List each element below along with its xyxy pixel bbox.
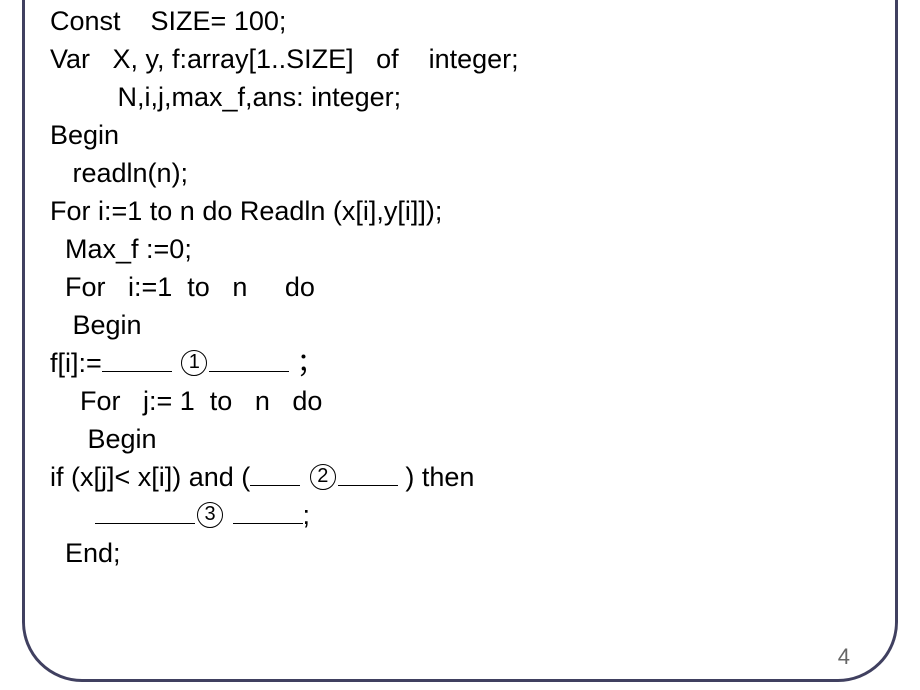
code-text: ； [289, 348, 324, 378]
circled-number-1: 1 [181, 350, 207, 376]
fill-blank [102, 350, 172, 372]
fill-blank [250, 464, 300, 486]
fill-blank [233, 502, 303, 524]
fill-blank [209, 350, 289, 372]
code-text: Readln (x[i],y[i]]); [232, 196, 442, 226]
code-text: ; [303, 500, 311, 530]
code-text: f[i]:= [50, 348, 102, 378]
code-line: Max_f :=0; [50, 230, 870, 268]
fill-blank [338, 464, 398, 486]
code-line: Begin [50, 116, 870, 154]
code-line: Begin [50, 306, 870, 344]
circled-number-2: 2 [310, 464, 336, 490]
code-line: Begin [50, 420, 870, 458]
page-number: 4 [838, 644, 850, 670]
code-text: For i:=1 to n do [50, 196, 232, 226]
code-line: End; [50, 534, 870, 572]
code-text: ) then [398, 462, 475, 492]
code-line: 3 ; [50, 496, 870, 534]
fill-blank [95, 502, 195, 524]
code-text: if (x[j]< x[i]) and ( [50, 462, 250, 492]
code-line: Const SIZE= 100; [50, 2, 870, 40]
code-text [50, 500, 95, 530]
code-line: For i:=1 to n do [50, 268, 870, 306]
code-line: readln(n); [50, 154, 870, 192]
code-line: f[i]:= 1 ； [50, 344, 870, 382]
code-line: if (x[j]< x[i]) and ( 2 ) then [50, 458, 870, 496]
code-line: N,i,j,max_f,ans: integer; [50, 78, 870, 116]
code-content: Const SIZE= 100; Var X, y, f:array[1..SI… [50, 2, 870, 572]
circled-number-3: 3 [197, 502, 223, 528]
code-line: For j:= 1 to n do [50, 382, 870, 420]
code-line: Var X, y, f:array[1..SIZE] of integer; [50, 40, 870, 78]
code-line: For i:=1 to n do Readln (x[i],y[i]]); [50, 192, 870, 230]
